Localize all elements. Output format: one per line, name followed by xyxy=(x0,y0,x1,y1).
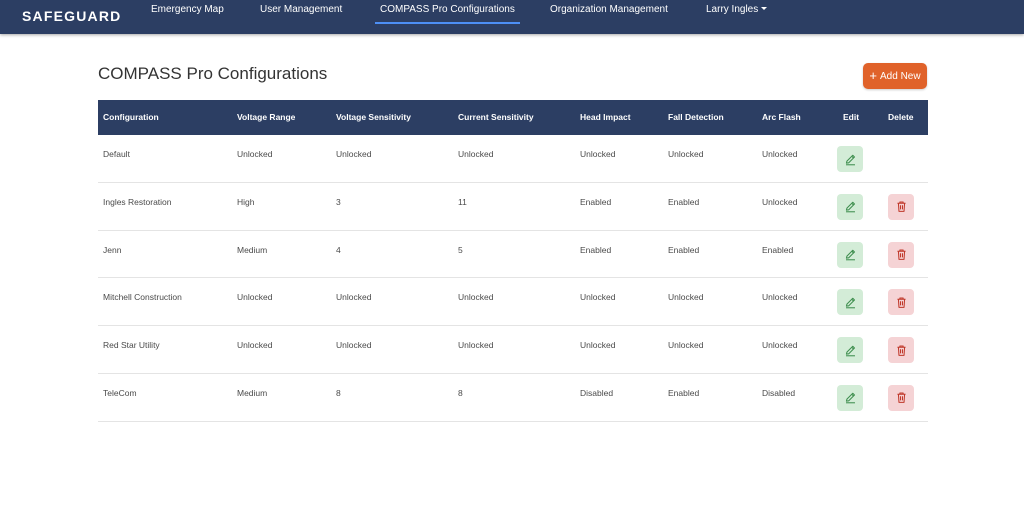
cell-head-impact: Enabled xyxy=(580,244,612,255)
cell-fall-detection: Enabled xyxy=(668,244,700,255)
cell-voltage-range: Medium xyxy=(237,387,268,398)
cell-arc-flash: Enabled xyxy=(762,244,794,255)
cell-current-sensitivity: Unlocked xyxy=(458,149,494,159)
cell-head-impact: Unlocked xyxy=(580,292,616,303)
pencil-icon xyxy=(844,200,857,213)
cell-fall-detection: Unlocked xyxy=(668,292,704,303)
trash-icon xyxy=(895,391,908,404)
page-title: COMPASS Pro Configurations xyxy=(98,64,328,83)
table-row: TeleCom Medium 8 8 Disabled Enabled Disabled xyxy=(98,374,928,422)
nav-user-management[interactable]: User Management xyxy=(260,4,342,15)
delete-button[interactable] xyxy=(888,384,914,411)
table-row: Mitchell Construction Unlocked Unlocked Unl… xyxy=(98,278,928,327)
table-row: Default Unlocked Unlocked Unlocked Unlocked U… xyxy=(98,135,928,183)
delete-button[interactable] xyxy=(888,289,914,316)
cell-voltage-sensitivity: 8 xyxy=(336,387,341,398)
cell-voltage-range: Unlocked xyxy=(237,292,273,303)
cell-configuration: TeleCom xyxy=(103,387,137,398)
caret-down-icon xyxy=(761,7,768,10)
add-new-button[interactable]: + Add New xyxy=(863,63,927,89)
nav-compass-pro-configurations[interactable]: COMPASS Pro Configurations xyxy=(375,4,520,24)
configurations-table: Configuration Voltage Range Voltage Sens… xyxy=(98,100,928,422)
cell-configuration: Default xyxy=(103,149,130,159)
cell-voltage-sensitivity: Unlocked xyxy=(336,149,372,159)
edit-button[interactable] xyxy=(837,384,863,411)
trash-icon xyxy=(895,248,908,261)
table-row: Red Star Utility Unlocked Unlocked Unlocked… xyxy=(98,326,928,374)
cell-fall-detection: Unlocked xyxy=(668,149,704,159)
pencil-icon xyxy=(844,344,857,357)
header-arc-flash: Arc Flash xyxy=(762,112,801,122)
cell-arc-flash: Unlocked xyxy=(762,196,798,207)
user-name: Larry Ingles xyxy=(706,4,759,15)
header-current-sensitivity: Current Sensitivity xyxy=(458,112,534,122)
header-delete: Delete xyxy=(888,112,914,122)
cell-configuration: Ingles Restoration xyxy=(103,196,172,207)
cell-fall-detection: Unlocked xyxy=(668,340,704,351)
header-configuration: Configuration xyxy=(103,112,159,122)
pencil-icon xyxy=(844,153,857,166)
edit-button[interactable] xyxy=(837,337,863,364)
cell-configuration: Red Star Utility xyxy=(103,340,160,351)
cell-fall-detection: Enabled xyxy=(668,387,700,398)
delete-button[interactable] xyxy=(888,337,914,364)
cell-voltage-range: Medium xyxy=(237,244,268,255)
header-voltage-range: Voltage Range xyxy=(237,112,296,122)
edit-button[interactable] xyxy=(837,146,863,172)
cell-voltage-sensitivity: 3 xyxy=(336,196,341,207)
pencil-icon xyxy=(844,296,857,309)
header-fall-detection: Fall Detection xyxy=(668,112,724,122)
edit-button[interactable] xyxy=(837,241,863,268)
cell-arc-flash: Disabled xyxy=(762,387,796,398)
edit-button[interactable] xyxy=(837,289,863,316)
cell-current-sensitivity: Unlocked xyxy=(458,292,494,303)
cell-head-impact: Unlocked xyxy=(580,340,616,351)
header-head-impact: Head Impact xyxy=(580,112,631,122)
cell-head-impact: Unlocked xyxy=(580,149,616,159)
cell-head-impact: Disabled xyxy=(580,387,614,398)
cell-voltage-range: High xyxy=(237,196,255,207)
cell-current-sensitivity: 8 xyxy=(458,387,463,398)
header-edit: Edit xyxy=(843,112,860,122)
table-body: Default Unlocked Unlocked Unlocked Unlocked U… xyxy=(98,135,928,422)
trash-icon xyxy=(895,296,908,309)
cell-arc-flash: Unlocked xyxy=(762,340,798,351)
header-voltage-sensitivity: Voltage Sensitivity xyxy=(336,112,411,122)
user-menu[interactable]: Larry Ingles xyxy=(706,4,768,15)
cell-head-impact: Enabled xyxy=(580,196,612,207)
nav-emergency-map[interactable]: Emergency Map xyxy=(151,4,224,15)
delete-button[interactable] xyxy=(888,193,914,220)
cell-arc-flash: Unlocked xyxy=(762,292,798,303)
add-new-label: Add New xyxy=(880,70,921,82)
brand-logo[interactable]: SAFEGUARD xyxy=(22,8,121,24)
trash-icon xyxy=(895,344,908,357)
cell-configuration: Jenn xyxy=(103,244,122,255)
cell-current-sensitivity: 11 xyxy=(458,196,467,207)
cell-voltage-sensitivity: 4 xyxy=(336,244,341,255)
cell-voltage-sensitivity: Unlocked xyxy=(336,340,372,351)
pencil-icon xyxy=(844,248,857,261)
cell-current-sensitivity: 5 xyxy=(458,244,463,255)
plus-icon: + xyxy=(869,68,877,83)
cell-voltage-range: Unlocked xyxy=(237,149,273,159)
top-navbar: SAFEGUARD Emergency Map User Management … xyxy=(0,0,1024,34)
nav-organization-management[interactable]: Organization Management xyxy=(550,4,668,15)
cell-arc-flash: Unlocked xyxy=(762,149,798,159)
delete-button[interactable] xyxy=(888,241,914,268)
cell-voltage-sensitivity: Unlocked xyxy=(336,292,372,303)
table-row: Jenn Medium 4 5 Enabled Enabled Enabled xyxy=(98,231,928,279)
table-header: Configuration Voltage Range Voltage Sens… xyxy=(98,100,928,135)
cell-fall-detection: Enabled xyxy=(668,196,700,207)
edit-button[interactable] xyxy=(837,193,863,220)
cell-configuration: Mitchell Construction xyxy=(103,292,182,303)
cell-voltage-range: Unlocked xyxy=(237,340,273,351)
cell-current-sensitivity: Unlocked xyxy=(458,340,494,351)
pencil-icon xyxy=(844,391,857,404)
trash-icon xyxy=(895,200,908,213)
table-row: Ingles Restoration High 3 11 Enabled Enabled U… xyxy=(98,183,928,231)
